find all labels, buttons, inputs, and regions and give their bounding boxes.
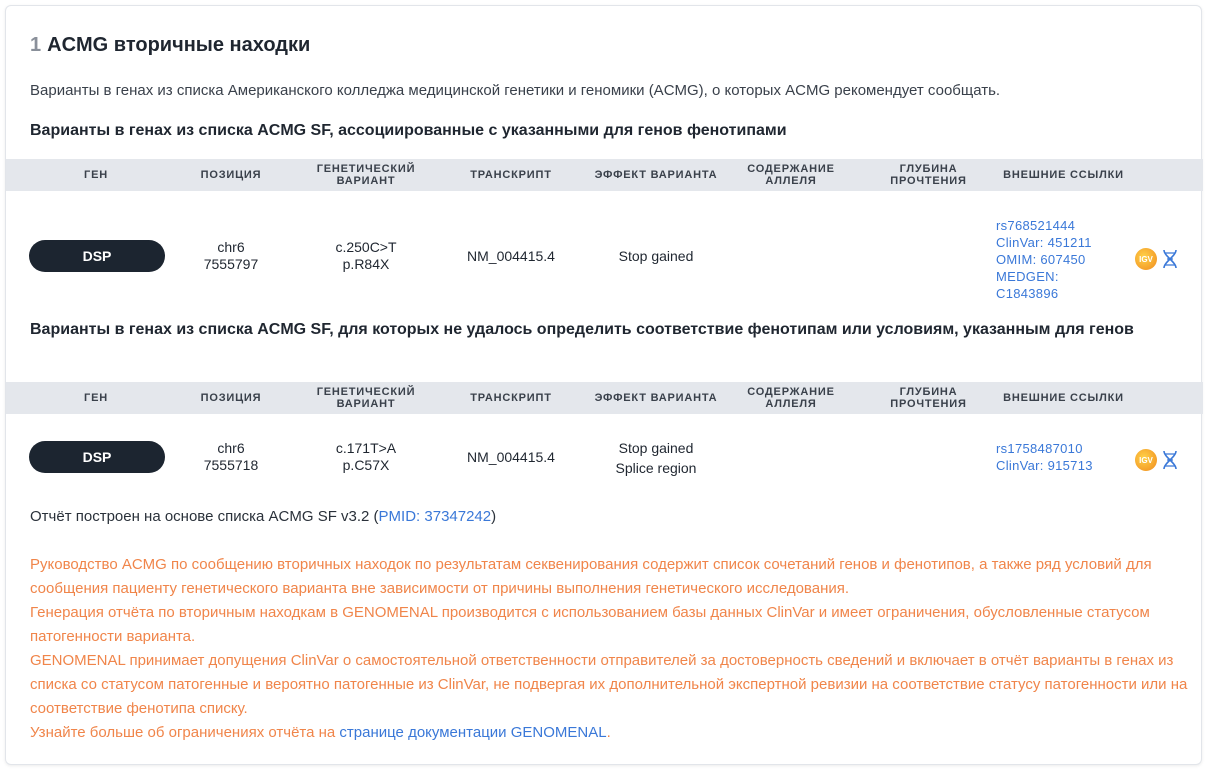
position-cell: chr6 7555718 [203, 440, 259, 473]
th-position: ПОЗИЦИЯ [200, 169, 262, 181]
th-position: ПОЗИЦИЯ [200, 392, 262, 404]
acmg-card: 1 ACMG вторичные находки Варианты в генах… [5, 5, 1203, 765]
variant-cell: c.250C>T p.R84X [335, 239, 397, 272]
th-variant: ГЕНЕТИЧЕСКИЙ ВАРИАНТ [316, 163, 416, 187]
disclaimer-p3: GENOMENAL принимает допущения ClinVar о … [30, 652, 1188, 717]
effect-cell: Stop gained Splice region [615, 440, 697, 476]
th-allele: СОДЕРЖАНИЕ АЛЛЕЛЯ [747, 163, 835, 187]
section-number: 1 [30, 34, 42, 56]
section-title-text: ACMG вторичные находки [47, 34, 311, 56]
link-dbsnp[interactable]: rs768521444 [996, 217, 1092, 234]
disclaimer-p2: Генерация отчёта по вторичным находкам в… [30, 604, 1150, 645]
th-variant: ГЕНЕТИЧЕСКИЙ ВАРИАНТ [316, 386, 416, 410]
table-header: ГЕН ПОЗИЦИЯ ГЕНЕТИЧЕСКИЙ ВАРИАНТ ТРАНСКРИ… [6, 159, 1203, 191]
igv-icon[interactable]: IGV [1135, 449, 1157, 471]
table-row: DSP chr6 7555797 c.250C>T p.R84X NM_004415… [6, 192, 1203, 302]
disclaimer-p1: Руководство ACMG по сообщению вторичных … [30, 556, 1152, 597]
th-gene: ГЕН [84, 392, 108, 404]
documentation-link[interactable]: странице документации GENOMENAL [339, 724, 606, 741]
th-transcript: ТРАНСКРИПТ [470, 392, 552, 404]
th-gene: ГЕН [84, 169, 108, 181]
gene-badge[interactable]: DSP [29, 240, 165, 272]
group1-title: Варианты в генах из списка ACMG SF, ассо… [30, 122, 787, 139]
section-title: 1 ACMG вторичные находки [30, 34, 310, 57]
pmid-link[interactable]: PMID: 37347242 [379, 508, 492, 525]
effect-cell: Stop gained [618, 248, 694, 264]
th-effect: ЭФФЕКТ ВАРИАНТА [594, 392, 718, 404]
gene-badge[interactable]: DSP [29, 441, 165, 473]
transcript-cell: NM_004415.4 [467, 248, 555, 264]
th-depth: ГЛУБИНА ПРОЧТЕНИЯ [890, 386, 967, 410]
link-clinvar[interactable]: ClinVar: 451211 [996, 234, 1092, 251]
variant-cell: c.171T>A p.C57X [335, 440, 397, 473]
section-intro: Варианты в генах из списка Американского… [30, 82, 1001, 99]
th-links: ВНЕШНИЕ ССЫЛКИ [1003, 392, 1124, 404]
dna-icon[interactable] [1161, 450, 1179, 470]
th-effect: ЭФФЕКТ ВАРИАНТА [594, 169, 718, 181]
link-dbsnp[interactable]: rs1758487010 [996, 440, 1093, 457]
table-header: ГЕН ПОЗИЦИЯ ГЕНЕТИЧЕСКИЙ ВАРИАНТ ТРАНСКРИ… [6, 382, 1203, 414]
link-omim[interactable]: OMIM: 607450 [996, 251, 1092, 268]
transcript-cell: NM_004415.4 [467, 449, 555, 465]
position-cell: chr6 7555797 [203, 239, 259, 272]
link-medgen-id[interactable]: C1843896 [996, 285, 1092, 302]
link-clinvar[interactable]: ClinVar: 915713 [996, 457, 1093, 474]
igv-icon[interactable]: IGV [1135, 248, 1157, 270]
th-links: ВНЕШНИЕ ССЫЛКИ [1003, 169, 1124, 181]
link-medgen[interactable]: MEDGEN: [996, 268, 1092, 285]
disclaimer-p4: Узнайте больше об ограничениях отчёта на… [30, 724, 611, 741]
group2-title: Варианты в генах из списка ACMG SF, для … [30, 321, 1134, 338]
report-source-note: Отчёт построен на основе списка ACMG SF … [30, 508, 497, 525]
disclaimer: Руководство ACMG по сообщению вторичных … [30, 553, 1190, 745]
th-allele: СОДЕРЖАНИЕ АЛЛЕЛЯ [747, 386, 835, 410]
external-links: rs1758487010 ClinVar: 915713 [996, 440, 1093, 474]
th-depth: ГЛУБИНА ПРОЧТЕНИЯ [890, 163, 967, 187]
table-row: DSP chr6 7555718 c.171T>A p.C57X NM_004415… [6, 414, 1203, 494]
th-transcript: ТРАНСКРИПТ [470, 169, 552, 181]
dna-icon[interactable] [1161, 249, 1179, 269]
external-links: rs768521444 ClinVar: 451211 OMIM: 607450… [996, 217, 1092, 302]
